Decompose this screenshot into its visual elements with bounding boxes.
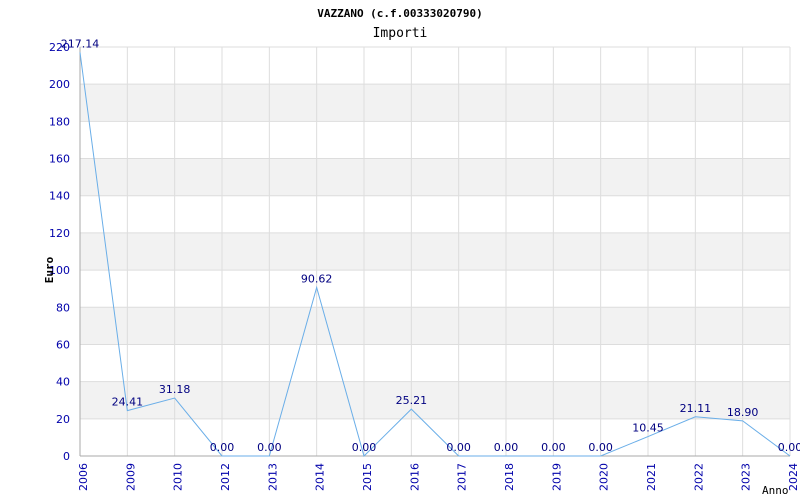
grid-band <box>80 307 790 345</box>
y-tick-label: 160 <box>49 153 70 166</box>
data-label: 0.00 <box>778 441 800 454</box>
grid-band <box>80 195 790 233</box>
y-tick-labels: 020406080100120140160180200220 <box>49 41 70 463</box>
x-tick-label: 2012 <box>219 463 232 491</box>
data-label: 10.45 <box>632 422 664 435</box>
data-label: 0.00 <box>494 441 519 454</box>
chart-subtitle: Importi <box>373 26 428 41</box>
y-tick-label: 140 <box>49 190 70 203</box>
x-tick-label: 2020 <box>598 463 611 491</box>
y-tick-label: 180 <box>49 115 70 128</box>
grid-band <box>80 344 790 382</box>
x-tick-labels: 2006 2009 2010 2012 2013 2014 2015 2016 2017 2018… <box>77 463 800 491</box>
data-label: 0.00 <box>210 441 235 454</box>
y-tick-label: 40 <box>56 376 70 389</box>
data-label: 18.90 <box>727 406 759 419</box>
x-tick-label: 2017 <box>456 463 469 491</box>
data-label: 0.00 <box>588 441 613 454</box>
data-label: 25.21 <box>396 394 428 407</box>
x-tick-label: 2013 <box>266 463 279 491</box>
x-tick-label: 2009 <box>124 463 137 491</box>
x-tick-label: 2010 <box>172 463 185 491</box>
grid-band <box>80 84 790 122</box>
data-label: 0.00 <box>446 441 471 454</box>
x-axis-label: Anno <box>762 484 789 497</box>
x-tick-label: 2021 <box>645 463 658 491</box>
grid-band <box>80 232 790 271</box>
data-label: 90.62 <box>301 273 333 286</box>
x-tick-label: 2023 <box>740 463 753 491</box>
x-tick-label: 2014 <box>314 463 327 491</box>
y-tick-label: 20 <box>56 413 70 426</box>
y-tick-label: 0 <box>63 450 70 463</box>
grid-band <box>80 418 790 456</box>
y-tick-label: 80 <box>56 301 70 314</box>
data-label: 0.00 <box>541 441 566 454</box>
grid-band <box>80 47 790 85</box>
grid-band <box>80 121 790 159</box>
y-tick-label: 120 <box>49 227 70 240</box>
x-tick-label: 2019 <box>550 463 563 491</box>
x-tick-label: 2016 <box>408 463 421 491</box>
chart: VAZZANO (c.f.00333020790) Importi 0 20 40 6… <box>43 7 800 497</box>
data-label: 24.41 <box>112 396 144 409</box>
x-tick-label: 2022 <box>692 463 705 491</box>
x-tick-label: 2015 <box>361 463 374 491</box>
x-tick-label: 2006 <box>77 463 90 491</box>
grid-band <box>80 158 790 196</box>
data-label: 31.18 <box>159 383 191 396</box>
grid-band <box>80 270 790 308</box>
data-label: 217.14 <box>61 37 100 50</box>
data-label: 21.11 <box>680 402 712 415</box>
data-label: 0.00 <box>352 441 377 454</box>
y-tick-label: 200 <box>49 78 70 91</box>
data-label: 0.00 <box>257 441 282 454</box>
x-tick-label: 2018 <box>503 463 516 491</box>
y-axis-label: Euro <box>43 256 56 283</box>
x-tick-label: 2024 <box>787 463 800 491</box>
chart-title: VAZZANO (c.f.00333020790) <box>317 7 483 20</box>
y-tick-label: 60 <box>56 338 70 351</box>
